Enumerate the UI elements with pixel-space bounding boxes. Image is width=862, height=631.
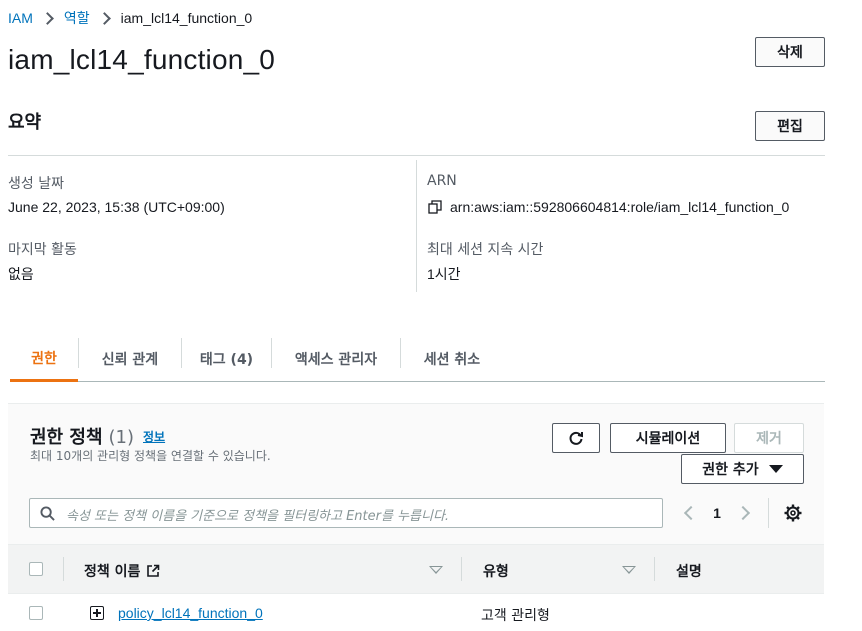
- summary-title: 요약: [8, 112, 42, 133]
- created-date-value: June 22, 2023, 15:38 (UTC+09:00): [8, 199, 225, 215]
- column-separator: [63, 557, 64, 581]
- search-icon: [40, 506, 55, 521]
- copy-icon[interactable]: [428, 200, 442, 214]
- arn-value: arn:aws:iam::592806604814:role/iam_lcl14…: [450, 199, 790, 215]
- sort-caret-icon[interactable]: [429, 566, 443, 574]
- expand-icon[interactable]: [90, 606, 104, 620]
- policy-name-link[interactable]: policy_lcl14_function_0: [118, 605, 263, 621]
- refresh-icon: [569, 431, 583, 445]
- table-row: policy_lcl14_function_0 고객 관리형: [8, 594, 824, 631]
- select-all-checkbox[interactable]: [29, 562, 43, 576]
- tab-revoke-sessions[interactable]: 세션 취소: [401, 336, 503, 382]
- breadcrumb-link-roles[interactable]: 역할: [64, 8, 90, 28]
- tab-trust-relationships[interactable]: 신뢰 관계: [79, 336, 181, 382]
- summary-divider: [8, 155, 825, 156]
- tab-access-advisor[interactable]: 액세스 관리자: [272, 336, 400, 382]
- summary-column-divider: [416, 160, 417, 292]
- next-page-button[interactable]: [735, 500, 752, 526]
- add-permissions-label: 권한 추가: [702, 462, 759, 478]
- panel-title-text: 권한 정책: [30, 427, 103, 448]
- panel-description: 최대 10개의 관리형 정책을 연결할 수 있습니다.: [30, 449, 271, 463]
- delete-button[interactable]: 삭제: [755, 37, 825, 67]
- tab-tags[interactable]: 태그 (4): [182, 336, 271, 382]
- remove-button[interactable]: 제거: [734, 423, 804, 453]
- tab-bar: 권한 신뢰 관계 태그 (4) 액세스 관리자 세션 취소: [10, 336, 825, 382]
- edit-button[interactable]: 편집: [755, 111, 825, 141]
- chevron-right-icon: [735, 505, 751, 521]
- simulate-button[interactable]: 시뮬레이션: [610, 423, 726, 453]
- column-header-policy-name-label: 정책 이름: [84, 564, 141, 580]
- breadcrumb-link-iam[interactable]: IAM: [8, 10, 33, 26]
- policy-type: 고객 관리형: [481, 608, 550, 624]
- last-activity-label: 마지막 활동: [8, 242, 77, 258]
- policy-search-input[interactable]: 속성 또는 정책 이름을 기준으로 정책을 필터링하고 Enter를 누릅니다.: [29, 498, 663, 528]
- breadcrumb: IAM 역할 iam_lcl14_function_0: [8, 8, 252, 28]
- pager-divider: [768, 498, 769, 528]
- column-header-type[interactable]: 유형: [483, 561, 509, 581]
- column-separator: [654, 557, 655, 581]
- policy-count: (1): [108, 427, 135, 448]
- column-header-policy-name[interactable]: 정책 이름: [84, 561, 160, 581]
- table-header: 정책 이름 유형 설명: [8, 544, 824, 594]
- refresh-button[interactable]: [552, 423, 600, 453]
- arn-label: ARN: [427, 173, 457, 189]
- permissions-policies-panel: 권한 정책 (1) 정보 최대 10개의 관리형 정책을 연결할 수 있습니다. …: [8, 403, 824, 631]
- panel-title: 권한 정책 (1): [30, 423, 134, 449]
- created-date-label: 생성 날짜: [8, 176, 64, 192]
- search-placeholder: 속성 또는 정책 이름을 기준으로 정책을 필터링하고 Enter를 누릅니다.: [66, 509, 450, 524]
- chevron-right-icon: [41, 11, 54, 25]
- max-session-value: 1시간: [427, 266, 461, 282]
- chevron-right-icon: [97, 11, 111, 25]
- info-link[interactable]: 정보: [143, 428, 165, 445]
- row-checkbox[interactable]: [29, 606, 43, 620]
- gear-icon[interactable]: [784, 504, 802, 522]
- page-number[interactable]: 1: [708, 500, 726, 526]
- column-header-description[interactable]: 설명: [676, 561, 702, 581]
- page-title: iam_lcl14_function_0: [8, 44, 276, 75]
- last-activity-value: 없음: [8, 266, 34, 282]
- external-link-icon: [147, 564, 160, 577]
- tab-permissions[interactable]: 권한: [10, 336, 78, 382]
- chevron-left-icon: [683, 505, 699, 521]
- caret-down-icon: [768, 465, 783, 473]
- previous-page-button[interactable]: [682, 500, 699, 526]
- breadcrumb-current: iam_lcl14_function_0: [120, 10, 253, 26]
- sort-caret-icon[interactable]: [622, 566, 636, 574]
- add-permissions-button[interactable]: 권한 추가: [681, 454, 804, 484]
- max-session-label: 최대 세션 지속 시간: [427, 242, 544, 258]
- column-separator: [461, 557, 462, 581]
